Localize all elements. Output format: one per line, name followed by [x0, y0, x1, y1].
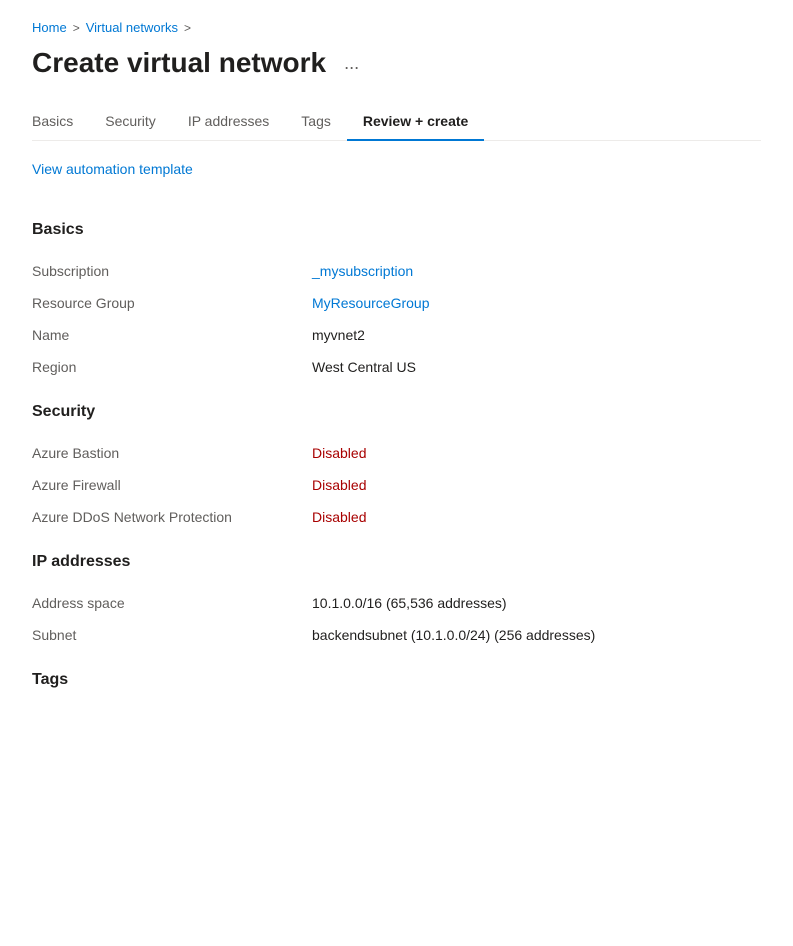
region-label: Region	[32, 359, 312, 375]
azure-bastion-value: Disabled	[312, 445, 366, 461]
tab-review-create[interactable]: Review + create	[347, 103, 484, 141]
address-space-value: 10.1.0.0/16 (65,536 addresses)	[312, 595, 507, 611]
security-section-title: Security	[32, 403, 761, 421]
region-value: West Central US	[312, 359, 416, 375]
tab-basics[interactable]: Basics	[32, 103, 89, 141]
subnet-label: Subnet	[32, 627, 312, 643]
page-title-row: Create virtual network ...	[32, 47, 761, 79]
azure-bastion-row: Azure Bastion Disabled	[32, 437, 761, 469]
region-row: Region West Central US	[32, 351, 761, 383]
breadcrumb-separator-1: >	[73, 21, 80, 35]
subnet-value: backendsubnet (10.1.0.0/24) (256 address…	[312, 627, 595, 643]
breadcrumb-virtual-networks[interactable]: Virtual networks	[86, 20, 178, 35]
tags-section: Tags	[32, 671, 761, 689]
resource-group-label: Resource Group	[32, 295, 312, 311]
automation-template-link[interactable]: View automation template	[32, 161, 193, 177]
page-title: Create virtual network	[32, 47, 326, 79]
address-space-row: Address space 10.1.0.0/16 (65,536 addres…	[32, 587, 761, 619]
address-space-label: Address space	[32, 595, 312, 611]
ip-addresses-section: IP addresses Address space 10.1.0.0/16 (…	[32, 553, 761, 651]
breadcrumb-separator-2: >	[184, 21, 191, 35]
subnet-row: Subnet backendsubnet (10.1.0.0/24) (256 …	[32, 619, 761, 651]
azure-firewall-label: Azure Firewall	[32, 477, 312, 493]
azure-firewall-value: Disabled	[312, 477, 366, 493]
breadcrumb-home[interactable]: Home	[32, 20, 67, 35]
tab-tags[interactable]: Tags	[285, 103, 347, 141]
azure-bastion-label: Azure Bastion	[32, 445, 312, 461]
tabs-bar: Basics Security IP addresses Tags Review…	[32, 103, 761, 141]
name-label: Name	[32, 327, 312, 343]
subscription-row: Subscription _mysubscription	[32, 255, 761, 287]
ellipsis-button[interactable]: ...	[338, 51, 365, 76]
tab-ip-addresses[interactable]: IP addresses	[172, 103, 285, 141]
page-container: Home > Virtual networks > Create virtual…	[0, 0, 793, 745]
azure-ddos-row: Azure DDoS Network Protection Disabled	[32, 501, 761, 533]
name-row: Name myvnet2	[32, 319, 761, 351]
security-section: Security Azure Bastion Disabled Azure Fi…	[32, 403, 761, 533]
resource-group-row: Resource Group MyResourceGroup	[32, 287, 761, 319]
tags-section-title: Tags	[32, 671, 761, 689]
ip-addresses-section-title: IP addresses	[32, 553, 761, 571]
breadcrumb: Home > Virtual networks >	[32, 20, 761, 35]
azure-ddos-label: Azure DDoS Network Protection	[32, 509, 312, 525]
resource-group-value: MyResourceGroup	[312, 295, 430, 311]
basics-section-title: Basics	[32, 221, 761, 239]
name-value: myvnet2	[312, 327, 365, 343]
subscription-label: Subscription	[32, 263, 312, 279]
subscription-value: _mysubscription	[312, 263, 413, 279]
azure-firewall-row: Azure Firewall Disabled	[32, 469, 761, 501]
azure-ddos-value: Disabled	[312, 509, 366, 525]
tab-security[interactable]: Security	[89, 103, 172, 141]
basics-section: Basics Subscription _mysubscription Reso…	[32, 221, 761, 383]
